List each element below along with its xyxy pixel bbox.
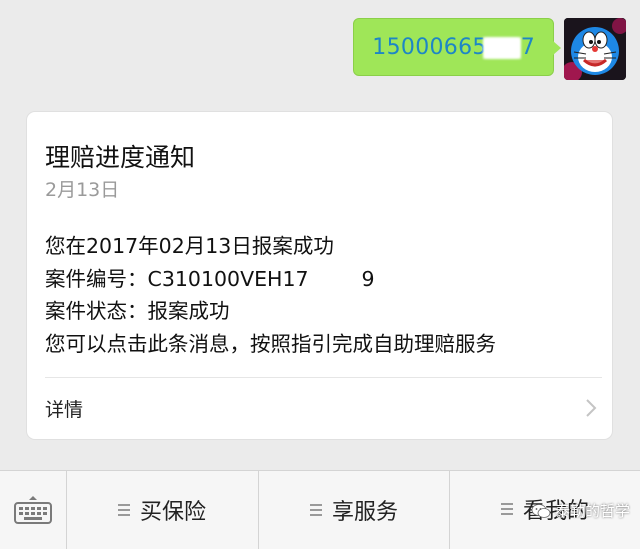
doraemon-avatar-icon	[564, 18, 626, 80]
menu-label-buy-insurance: 买保险	[139, 500, 206, 525]
card-line-report: 您在2017年02月13日报案成功	[45, 234, 334, 258]
wechat-logo-icon	[531, 503, 551, 518]
card-line-instruction: 您可以点击此条消息，按照指引完成自助理赔服务	[45, 331, 496, 356]
claim-progress-card[interactable]: 理赔进度通知 2月13日 您在2017年02月13日报案成功 案件编号：C310…	[27, 112, 612, 439]
redaction-mark	[482, 37, 521, 59]
outgoing-message-text: 15000665	[372, 35, 487, 60]
menu-item-services[interactable]: 享服务	[259, 471, 449, 549]
card-divider	[45, 377, 602, 378]
menu-label-services: 享服务	[331, 500, 398, 525]
card-line-case-number: 案件编号：C310100VEH17 9	[45, 263, 496, 296]
outgoing-message-bubble[interactable]: 15000665 7	[353, 18, 561, 76]
watermark: 泰勒的哲学	[531, 500, 630, 521]
case-number-tail: 9	[361, 266, 375, 291]
outgoing-message-row: 15000665 7	[353, 18, 626, 80]
menu-icon	[117, 504, 130, 516]
chevron-right-icon	[586, 399, 597, 417]
menu-icon	[500, 503, 513, 515]
card-line-status: 案件状态：报案成功	[45, 299, 230, 323]
case-number-text: 案件编号：C310100VEH17	[45, 266, 309, 291]
keyboard-icon	[14, 496, 52, 524]
detail-label: 详情	[45, 398, 84, 421]
watermark-text: 泰勒的哲学	[554, 502, 630, 520]
keyboard-toggle-button[interactable]	[0, 471, 67, 549]
card-body: 您在2017年02月13日报案成功 案件编号：C310100VEH17 9 案件状…	[45, 230, 496, 360]
redaction-mark	[306, 270, 362, 289]
menu-item-buy-insurance[interactable]: 买保险	[67, 471, 257, 549]
avatar[interactable]	[564, 18, 626, 80]
menu-icon	[309, 504, 322, 516]
card-date: 2月13日	[45, 179, 120, 201]
card-title: 理赔进度通知	[45, 143, 196, 172]
card-detail-link[interactable]: 详情	[45, 380, 598, 436]
outgoing-message-tail: 7	[520, 35, 535, 60]
chat-area: 15000665 7 理赔进度通知 2月13日 您在2017年02月13日报案成…	[0, 0, 640, 470]
